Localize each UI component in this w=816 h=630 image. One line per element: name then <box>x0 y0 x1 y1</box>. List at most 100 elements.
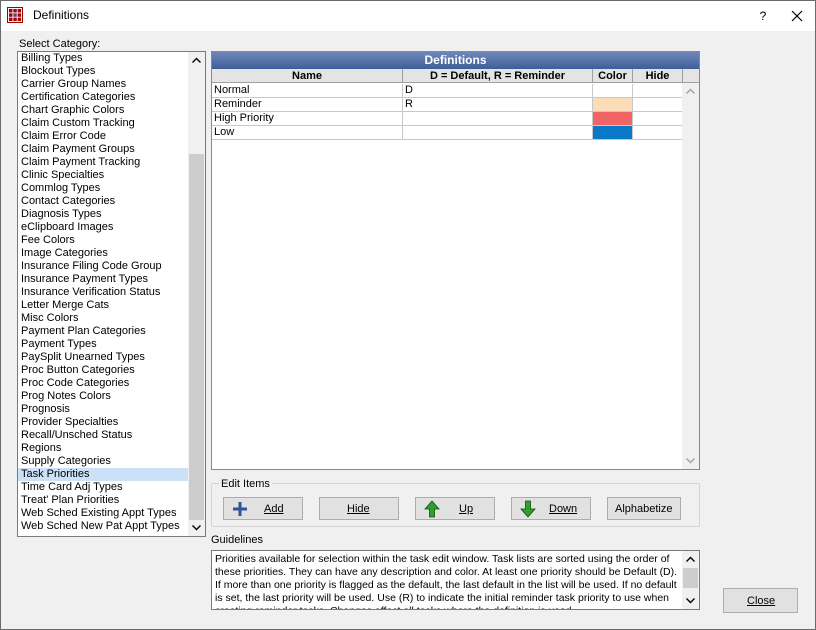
grid-row[interactable]: High Priority <box>212 112 683 126</box>
category-item[interactable]: Chart Graphic Colors <box>18 104 189 117</box>
category-item[interactable]: Insurance Payment Types <box>18 273 189 286</box>
category-item[interactable]: Insurance Verification Status <box>18 286 189 299</box>
category-item[interactable]: Provider Specialties <box>18 416 189 429</box>
category-item[interactable]: eClipboard Images <box>18 221 189 234</box>
color-swatch <box>593 126 633 139</box>
app-grid-icon <box>7 7 23 23</box>
cell-name: High Priority <box>212 112 403 125</box>
category-item[interactable]: Letter Merge Cats <box>18 299 189 312</box>
category-item[interactable]: Prognosis <box>18 403 189 416</box>
category-item[interactable]: Diagnosis Types <box>18 208 189 221</box>
category-item[interactable]: Billing Types <box>18 52 189 65</box>
category-scrollbar[interactable] <box>188 52 205 536</box>
edit-items-label: Edit Items <box>219 478 272 490</box>
grid-row[interactable]: Reminder R <box>212 98 683 112</box>
grid-row[interactable]: Low <box>212 126 683 140</box>
category-item[interactable]: Carrier Group Names <box>18 78 189 91</box>
cell-hide <box>633 84 683 97</box>
color-swatch <box>593 112 633 125</box>
category-item[interactable]: Contact Categories <box>18 195 189 208</box>
category-item[interactable]: Time Card Adj Types <box>18 481 189 494</box>
color-swatch <box>593 84 633 97</box>
cell-code: D <box>403 84 593 97</box>
column-hide[interactable]: Hide <box>633 69 683 83</box>
cell-hide <box>633 112 683 125</box>
cell-code <box>403 112 593 125</box>
category-item[interactable]: Task Priorities <box>18 468 189 481</box>
category-item[interactable]: Claim Custom Tracking <box>18 117 189 130</box>
down-label: Down <box>549 503 578 515</box>
category-item[interactable]: Web Sched New Pat Appt Types <box>18 520 189 533</box>
category-item[interactable]: Claim Payment Groups <box>18 143 189 156</box>
category-item[interactable]: Regions <box>18 442 189 455</box>
category-item[interactable]: Insurance Filing Code Group <box>18 260 189 273</box>
category-item[interactable]: Image Categories <box>18 247 189 260</box>
close-label: Close <box>747 595 776 607</box>
add-label: Add <box>264 503 284 515</box>
cell-name: Normal <box>212 84 403 97</box>
help-button[interactable]: ? <box>753 7 773 25</box>
guidelines-box[interactable]: Priorities available for selection withi… <box>211 550 700 610</box>
category-item[interactable]: Fee Colors <box>18 234 189 247</box>
arrow-up-icon <box>424 500 440 518</box>
scroll-up-icon[interactable] <box>682 551 699 568</box>
up-button[interactable]: Up <box>415 497 495 520</box>
category-item[interactable]: Clinic Specialties <box>18 169 189 182</box>
column-code[interactable]: D = Default, R = Reminder <box>403 69 593 83</box>
scroll-up-icon[interactable] <box>188 52 205 69</box>
category-item[interactable]: PaySplit Unearned Types <box>18 351 189 364</box>
alphabetize-button[interactable]: Alphabetize <box>607 497 681 520</box>
category-item[interactable]: Proc Button Categories <box>18 364 189 377</box>
add-button[interactable]: Add <box>223 497 303 520</box>
category-item[interactable]: Blockout Types <box>18 65 189 78</box>
category-item[interactable]: Web Sched Existing Appt Types <box>18 507 189 520</box>
client-area: Select Category: Billing Types Blockout T… <box>1 31 815 629</box>
category-item[interactable]: Supply Categories <box>18 455 189 468</box>
category-item[interactable]: Certification Categories <box>18 91 189 104</box>
category-list[interactable]: Billing Types Blockout Types Carrier Group… <box>17 51 206 537</box>
guidelines-label: Guidelines <box>211 534 263 546</box>
category-item[interactable]: Commlog Types <box>18 182 189 195</box>
grid-scrollbar[interactable] <box>682 83 699 469</box>
title-bar[interactable]: Definitions ? <box>1 1 815 31</box>
cell-name: Low <box>212 126 403 139</box>
category-item[interactable]: Prog Notes Colors <box>18 390 189 403</box>
category-item[interactable]: Claim Error Code <box>18 130 189 143</box>
cell-hide <box>633 98 683 111</box>
cell-hide <box>633 126 683 139</box>
close-button[interactable]: Close <box>723 588 798 613</box>
hide-button[interactable]: Hide <box>319 497 399 520</box>
scroll-down-icon[interactable] <box>682 452 699 469</box>
column-color[interactable]: Color <box>593 69 633 83</box>
scroll-up-icon[interactable] <box>682 83 699 100</box>
guidelines-scrollbar[interactable] <box>682 551 699 609</box>
cell-name: Reminder <box>212 98 403 111</box>
column-name[interactable]: Name <box>212 69 403 83</box>
cell-code <box>403 126 593 139</box>
close-icon[interactable] <box>785 5 809 27</box>
category-item[interactable]: Treat' Plan Priorities <box>18 494 189 507</box>
category-item[interactable]: Payment Plan Categories <box>18 325 189 338</box>
category-item[interactable]: Claim Payment Tracking <box>18 156 189 169</box>
alphabetize-label: Alphabetize <box>615 503 673 515</box>
window-title: Definitions <box>33 8 90 22</box>
hide-label: Hide <box>347 503 370 515</box>
grid-title: Definitions <box>212 52 699 69</box>
scroll-down-icon[interactable] <box>188 519 205 536</box>
grid-row[interactable]: Normal D <box>212 84 683 98</box>
plus-icon <box>233 502 247 516</box>
up-label: Up <box>459 503 474 515</box>
scroll-thumb[interactable] <box>189 154 204 520</box>
definitions-grid: Definitions Name D = Default, R = Remind… <box>211 51 700 470</box>
category-item[interactable]: Payment Types <box>18 338 189 351</box>
scroll-thumb[interactable] <box>683 568 698 588</box>
category-item[interactable]: Misc Colors <box>18 312 189 325</box>
select-category-label: Select Category: <box>19 38 101 50</box>
down-button[interactable]: Down <box>511 497 591 520</box>
category-item[interactable]: Recall/Unsched Status <box>18 429 189 442</box>
guidelines-text: Priorities available for selection withi… <box>215 553 678 609</box>
definitions-window: Definitions ? Select Category: Billing T… <box>0 0 816 630</box>
grid-header: Name D = Default, R = Reminder Color Hid… <box>212 69 699 83</box>
scroll-down-icon[interactable] <box>682 592 699 609</box>
category-item[interactable]: Proc Code Categories <box>18 377 189 390</box>
